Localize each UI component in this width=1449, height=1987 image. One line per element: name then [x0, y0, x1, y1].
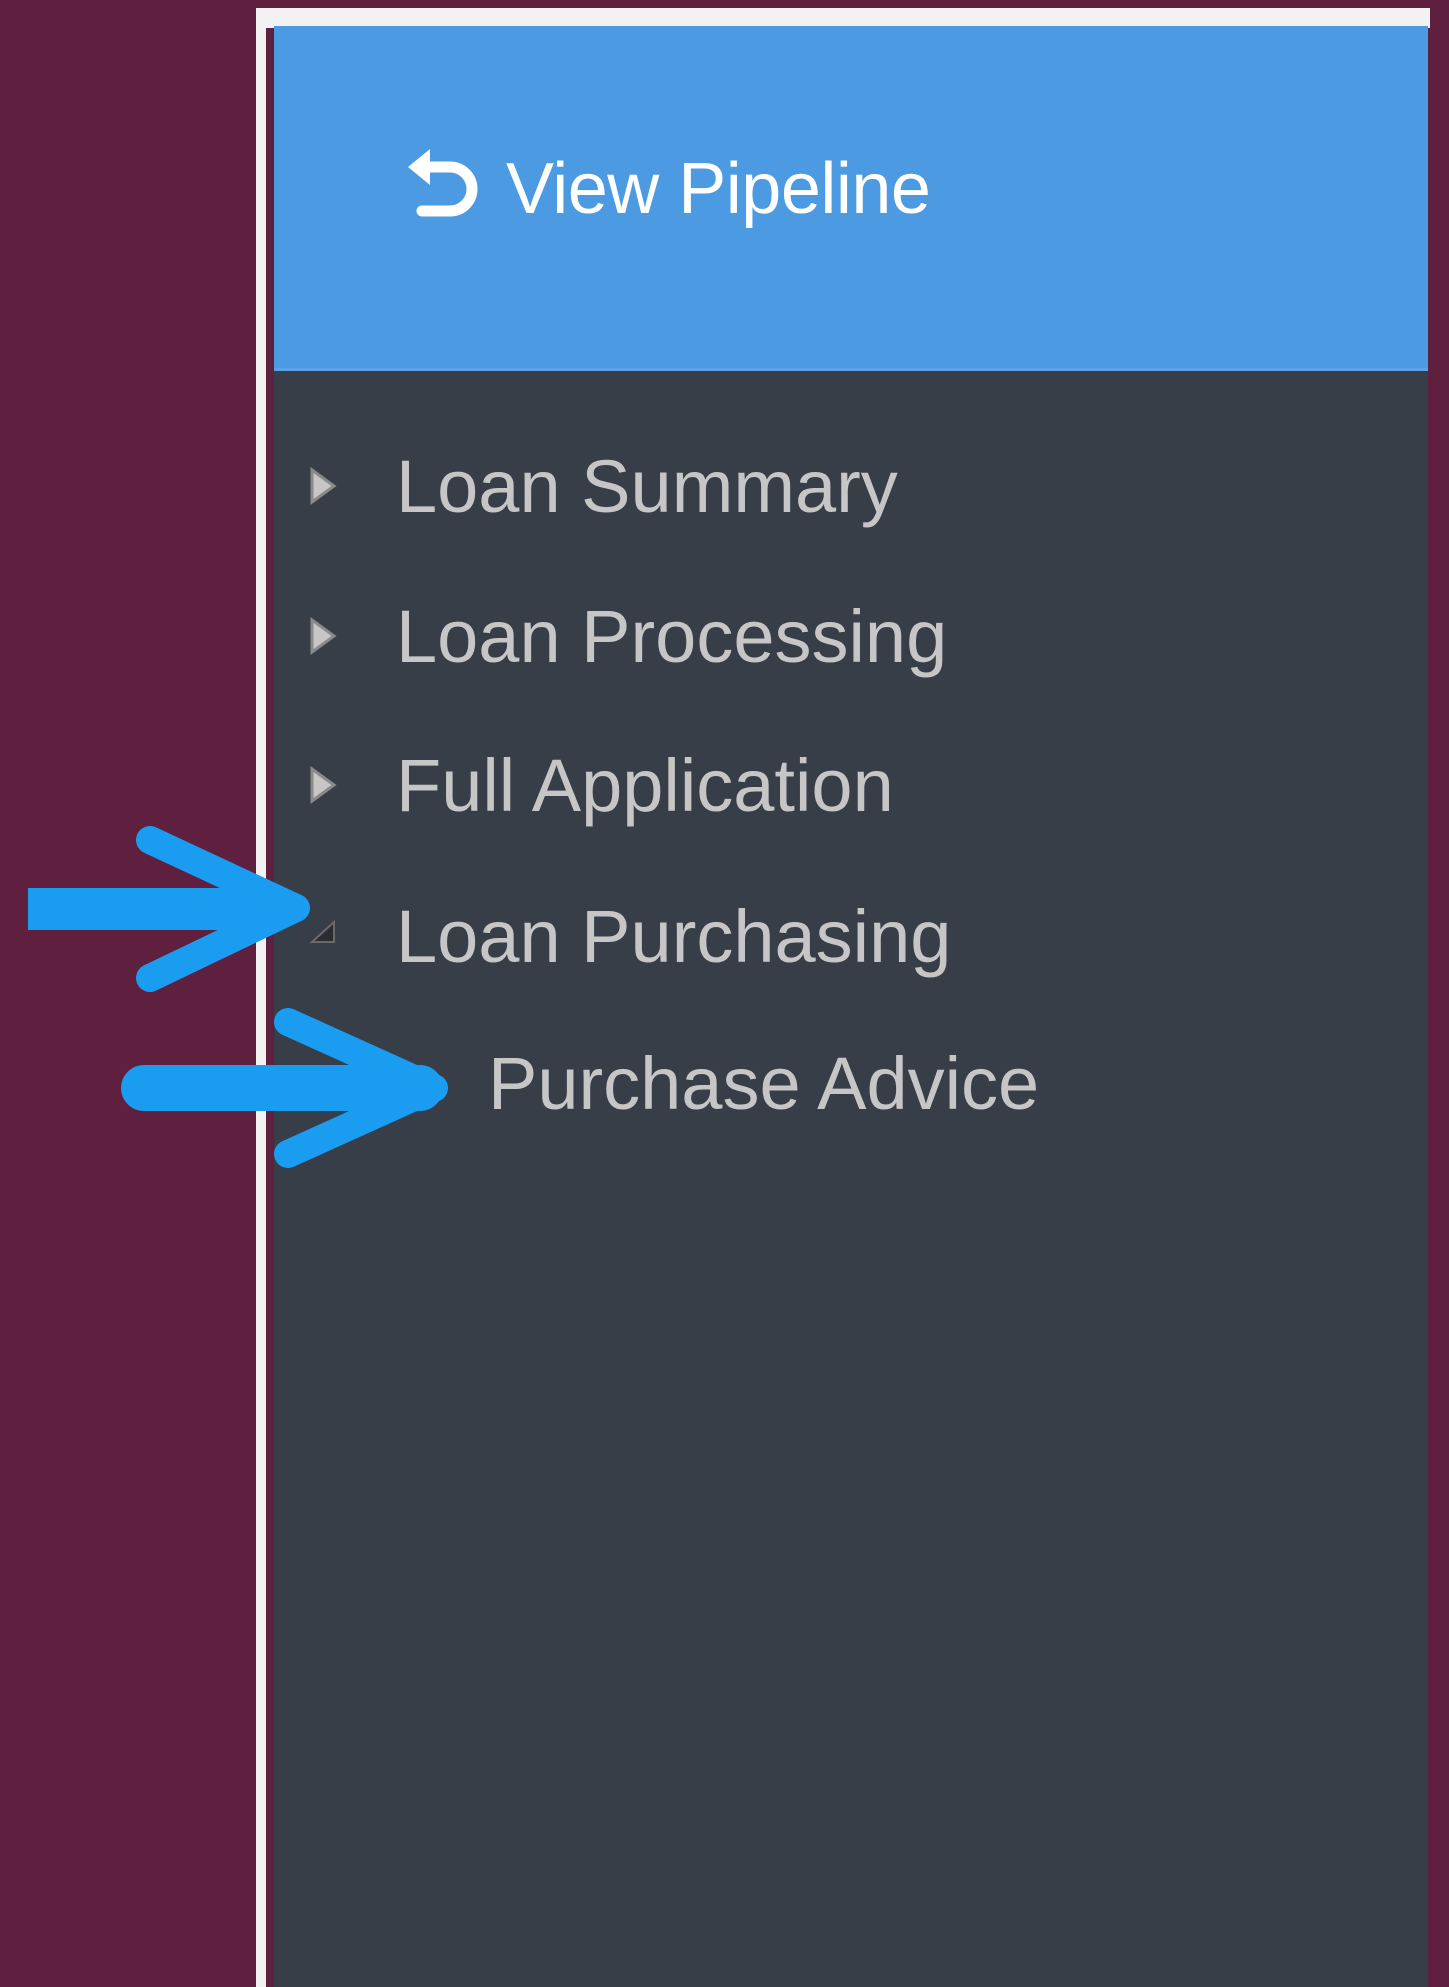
- caret-right-icon: [310, 617, 337, 655]
- undo-arrow-icon: [408, 149, 478, 217]
- nav-item-loan-processing[interactable]: Loan Processing: [274, 576, 1428, 696]
- annotation-arrow-icon: [28, 826, 310, 992]
- nav-item-label: Loan Processing: [396, 594, 948, 678]
- view-pipeline-label: View Pipeline: [506, 149, 931, 229]
- caret-right-icon: [310, 467, 337, 505]
- nav-item-label: Loan Purchasing: [396, 894, 952, 978]
- view-pipeline-link[interactable]: View Pipeline: [394, 141, 931, 237]
- nav-item-label: Loan Summary: [396, 444, 898, 528]
- nav-header: View Pipeline: [274, 26, 1428, 371]
- frame-border-top: [256, 8, 1430, 28]
- caret-right-icon: [310, 766, 337, 804]
- nav-item-loan-summary[interactable]: Loan Summary: [274, 426, 1428, 546]
- nav-item-label: Full Application: [396, 743, 894, 827]
- nav-item-loan-purchasing[interactable]: Loan Purchasing: [274, 876, 1428, 996]
- annotation-arrow-icon: [121, 1008, 448, 1168]
- nav-item-full-application[interactable]: Full Application: [274, 725, 1428, 845]
- nav-subitem-label: Purchase Advice: [488, 1041, 1040, 1125]
